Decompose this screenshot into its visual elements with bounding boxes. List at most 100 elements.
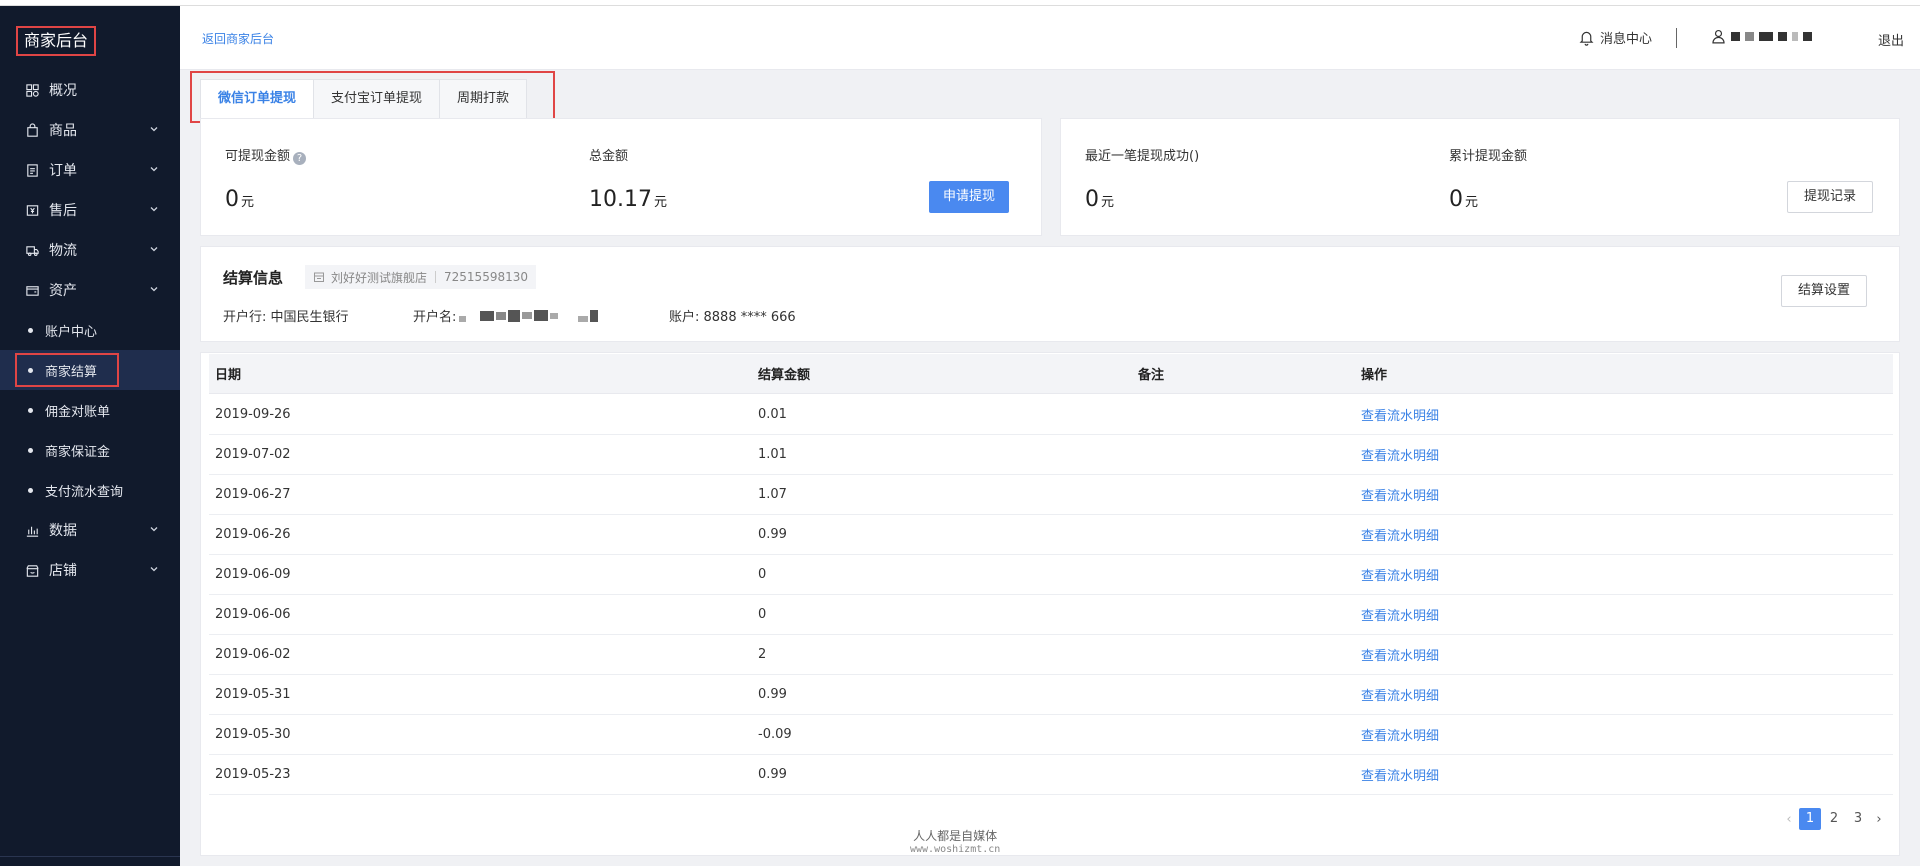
sidebar-subitem[interactable]: 商家结算 — [0, 350, 180, 390]
shop-id: 72515598130 — [444, 270, 528, 284]
view-flow-detail-link[interactable]: 查看流水明细 — [1361, 765, 1439, 784]
sidebar-menu: 概况商品订单售后物流资产 账户中心 商家结算佣金对账单商家保证金支付流水查询 数据店铺 — [0, 70, 180, 590]
sidebar-item-label: 商品 — [49, 123, 77, 139]
account-holder: 开户名: — [413, 306, 599, 325]
back-to-merchant-link[interactable]: 返回商家后台 — [202, 30, 274, 47]
page-number[interactable]: 1 — [1799, 808, 1821, 830]
bullet-dot — [28, 487, 33, 493]
view-flow-detail-link[interactable]: 查看流水明细 — [1361, 725, 1439, 744]
store-icon — [24, 562, 40, 578]
view-flow-detail-link[interactable]: 查看流水明细 — [1361, 445, 1439, 464]
view-flow-detail-link[interactable]: 查看流水明细 — [1361, 485, 1439, 504]
sidebar-subitem[interactable]: 佣金对账单 — [0, 390, 180, 430]
account-number: 账户: 8888 **** 666 — [669, 310, 796, 325]
chevron-down-icon — [150, 567, 158, 572]
view-flow-detail-link[interactable]: 查看流水明细 — [1361, 685, 1439, 704]
active-highlight-frame — [15, 353, 119, 387]
cumulative-value: 0元 — [1449, 187, 1478, 212]
store-icon — [314, 272, 324, 282]
shop-tag: 刘好好测试旗舰店 72515598130 — [305, 265, 536, 289]
view-flow-detail-link[interactable]: 查看流水明细 — [1361, 405, 1439, 424]
logout-link[interactable]: 退出 — [1878, 30, 1904, 49]
wallet-icon — [24, 282, 40, 298]
sidebar-subitem[interactable]: 支付流水查询 — [0, 470, 180, 510]
user-menu[interactable] — [1710, 28, 1812, 45]
help-icon[interactable]: ? — [293, 152, 307, 165]
cell-date: 2019-07-02 — [215, 447, 291, 462]
account-holder-label: 开户名: — [413, 310, 457, 325]
cell-date: 2019-05-23 — [215, 767, 291, 782]
table-row: 2019-07-02 1.01 查看流水明细 — [209, 435, 1893, 475]
bullet-dot — [28, 327, 33, 333]
table-row: 2019-06-06 0 查看流水明细 — [209, 595, 1893, 635]
tag-divider — [435, 271, 437, 283]
table-row: 2019-05-23 0.99 查看流水明细 — [209, 755, 1893, 795]
watermark-line2: www.woshizmt.cn — [910, 844, 1001, 855]
sidebar-divider — [0, 856, 180, 866]
sidebar-subitem[interactable]: 商家保证金 — [0, 430, 180, 470]
table-row: 2019-09-26 0.01 查看流水明细 — [209, 395, 1893, 435]
sidebar-subitem-label: 佣金对账单 — [45, 404, 111, 420]
sidebar-item[interactable]: 资产 — [0, 270, 180, 310]
sidebar-item[interactable]: 概况 — [0, 70, 180, 110]
table-header: 日期 结算金额 备注 操作 — [209, 354, 1893, 394]
sidebar-item[interactable]: 订单 — [0, 150, 180, 190]
cell-amount: 2 — [758, 647, 767, 662]
aftersale-icon — [24, 202, 40, 218]
cell-amount: 0.99 — [758, 527, 787, 542]
settlement-title: 结算信息 — [223, 269, 284, 287]
page-number[interactable]: 3 — [1847, 808, 1869, 830]
sidebar-item-label: 店铺 — [49, 563, 77, 579]
table-row: 2019-06-27 1.07 查看流水明细 — [209, 475, 1893, 515]
table-row: 2019-05-30 -0.09 查看流水明细 — [209, 715, 1893, 755]
sidebar-item-label: 物流 — [49, 243, 77, 259]
masked-username — [1731, 32, 1812, 41]
sidebar-item[interactable]: 物流 — [0, 230, 180, 270]
sidebar-item-label: 订单 — [49, 163, 77, 179]
last-success-label: 最近一笔提现成功() — [1085, 149, 1200, 164]
sidebar-item[interactable]: 售后 — [0, 190, 180, 230]
cell-date: 2019-06-02 — [215, 647, 291, 662]
message-center-label: 消息中心 — [1600, 32, 1653, 47]
cell-amount: 0.01 — [758, 407, 787, 422]
col-note: 备注 — [1138, 368, 1165, 383]
list-icon — [24, 162, 40, 178]
currency-unit: 元 — [241, 195, 255, 210]
header-divider — [1676, 28, 1677, 48]
view-flow-detail-link[interactable]: 查看流水明细 — [1361, 605, 1439, 624]
table-row: 2019-06-09 0 查看流水明细 — [209, 555, 1893, 595]
prev-page-button[interactable]: ‹ — [1780, 812, 1798, 827]
sidebar-item[interactable]: 店铺 — [0, 550, 180, 590]
message-center-button[interactable]: 消息中心 — [1578, 28, 1652, 47]
next-page-button[interactable]: › — [1870, 812, 1888, 827]
chevron-down-icon — [150, 287, 158, 292]
sidebar-item[interactable]: 数据 — [0, 510, 180, 550]
sidebar-item[interactable]: 商品 — [0, 110, 180, 150]
apply-withdraw-button[interactable]: 申请提现 — [929, 181, 1010, 213]
col-date: 日期 — [215, 368, 242, 383]
sidebar-subitem-label: 商家保证金 — [45, 444, 111, 460]
sidebar-subitem[interactable]: 账户中心 — [0, 310, 180, 350]
cell-date: 2019-06-09 — [215, 567, 291, 582]
withdraw-record-button[interactable]: 提现记录 — [1787, 181, 1874, 213]
cell-amount: -0.09 — [758, 727, 792, 742]
cell-amount: 1.07 — [758, 487, 787, 502]
page-number[interactable]: 2 — [1823, 808, 1845, 830]
last-success-amount: 0 — [1085, 187, 1099, 212]
total-amount: 10.17 — [589, 187, 652, 212]
view-flow-detail-link[interactable]: 查看流水明细 — [1361, 525, 1439, 544]
cell-amount: 0.99 — [758, 767, 787, 782]
view-flow-detail-link[interactable]: 查看流水明细 — [1361, 565, 1439, 584]
view-flow-detail-link[interactable]: 查看流水明细 — [1361, 645, 1439, 664]
cumulative-label: 累计提现金额 — [1449, 149, 1528, 164]
watermark: 人人都是自媒体 www.woshizmt.cn — [910, 829, 1000, 857]
cumulative-amount: 0 — [1449, 187, 1463, 212]
chevron-down-icon — [150, 127, 158, 132]
bag-icon — [24, 122, 40, 138]
col-amount: 结算金额 — [758, 368, 811, 383]
chevron-down-icon — [150, 247, 158, 252]
withdrawable-value: 0元 — [225, 187, 254, 212]
cell-amount: 0 — [758, 567, 767, 582]
shop-name: 刘好好测试旗舰店 — [331, 270, 428, 285]
settlement-settings-button[interactable]: 结算设置 — [1781, 275, 1868, 307]
